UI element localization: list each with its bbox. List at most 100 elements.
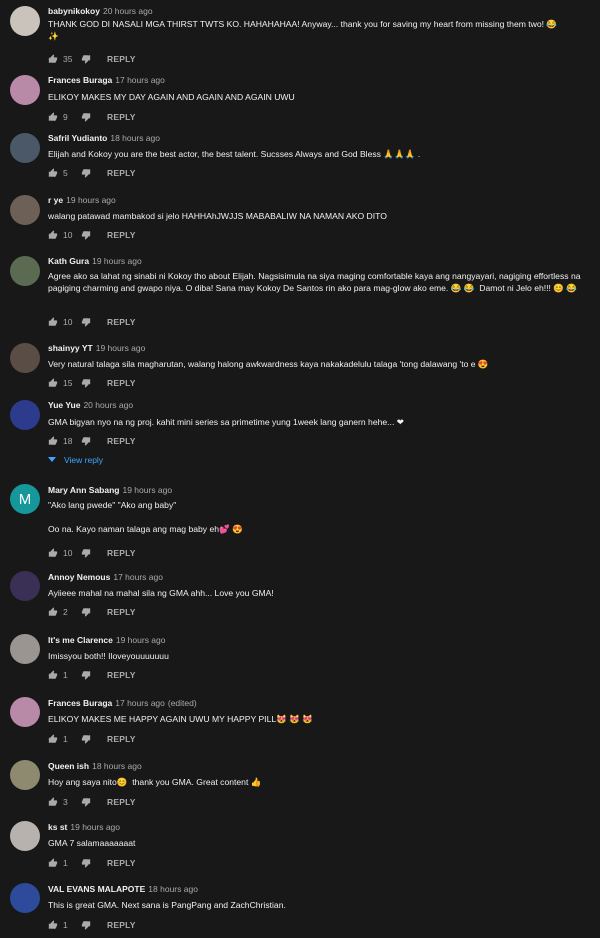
comment-time[interactable]: 19 hours ago	[116, 635, 166, 645]
comment-time[interactable]: 17 hours ago	[115, 698, 165, 708]
comment-author[interactable]: VAL EVANS MALAPOTE	[48, 884, 145, 894]
like-icon[interactable]	[48, 734, 58, 744]
dislike-icon[interactable]	[81, 858, 91, 868]
like-icon[interactable]	[48, 797, 58, 807]
reply-button[interactable]: REPLY	[107, 168, 136, 178]
comment-time[interactable]: 18 hours ago	[148, 884, 198, 894]
comment-author[interactable]: Kath Gura	[48, 256, 89, 266]
comment-text: Ayiieee mahal na mahal sila ng GMA ahh..…	[48, 588, 274, 598]
reply-button[interactable]: REPLY	[107, 54, 136, 64]
comment-time[interactable]: 19 hours ago	[92, 256, 142, 266]
like-count: 10	[63, 317, 73, 327]
avatar[interactable]	[10, 6, 40, 36]
like-count: 2	[63, 607, 68, 617]
reply-button[interactable]: REPLY	[107, 548, 136, 558]
comment-time[interactable]: 18 hours ago	[110, 133, 160, 143]
reply-button[interactable]: REPLY	[107, 607, 136, 617]
comment-author[interactable]: shainyy YT	[48, 343, 93, 353]
dislike-icon[interactable]	[81, 112, 91, 122]
view-reply-button[interactable]: View reply	[48, 455, 103, 465]
reply-button[interactable]: REPLY	[107, 797, 136, 807]
avatar[interactable]	[10, 133, 40, 163]
comment-text: THANK GOD DI NASALI MGA THIRST TWTS KO. …	[48, 19, 558, 41]
like-icon[interactable]	[48, 858, 58, 868]
reply-button[interactable]: REPLY	[107, 317, 136, 327]
reply-button[interactable]: REPLY	[107, 734, 136, 744]
avatar[interactable]	[10, 343, 40, 373]
comment-time[interactable]: 17 hours ago	[115, 75, 165, 85]
dislike-icon[interactable]	[81, 436, 91, 446]
reply-button[interactable]: REPLY	[107, 378, 136, 388]
like-icon[interactable]	[48, 548, 58, 558]
avatar[interactable]	[10, 400, 40, 430]
comment-author[interactable]: Annoy Nemous	[48, 572, 110, 582]
avatar[interactable]	[10, 75, 40, 105]
comment-time[interactable]: 20 hours ago	[83, 400, 133, 410]
comment-author[interactable]: ks st	[48, 822, 67, 832]
like-icon[interactable]	[48, 670, 58, 680]
like-count: 5	[63, 168, 68, 178]
comment-author[interactable]: babynikokoy	[48, 6, 100, 16]
dislike-icon[interactable]	[81, 607, 91, 617]
dislike-icon[interactable]	[81, 54, 91, 64]
dislike-icon[interactable]	[81, 317, 91, 327]
comment-author[interactable]: r ye	[48, 195, 63, 205]
comment-text: Very natural talaga sila magharutan, wal…	[48, 359, 489, 369]
like-icon[interactable]	[48, 607, 58, 617]
avatar[interactable]	[10, 697, 40, 727]
view-reply-label: View reply	[64, 455, 104, 465]
comment-author[interactable]: Frances Buraga	[48, 75, 112, 85]
avatar[interactable]	[10, 883, 40, 913]
like-icon[interactable]	[48, 54, 58, 64]
comment-time[interactable]: 19 hours ago	[122, 485, 172, 495]
like-icon[interactable]	[48, 168, 58, 178]
like-count: 18	[63, 436, 73, 446]
avatar[interactable]	[10, 195, 40, 225]
like-icon[interactable]	[48, 230, 58, 240]
reply-button[interactable]: REPLY	[107, 920, 136, 930]
like-count: 35	[63, 54, 73, 64]
reply-button[interactable]: REPLY	[107, 112, 136, 122]
like-count: 3	[63, 797, 68, 807]
comment-time[interactable]: 17 hours ago	[113, 572, 163, 582]
comment-author[interactable]: Queen ish	[48, 761, 89, 771]
dislike-icon[interactable]	[81, 168, 91, 178]
comment-author[interactable]: Safril Yudianto	[48, 133, 107, 143]
avatar[interactable]	[10, 571, 40, 601]
dislike-icon[interactable]	[81, 670, 91, 680]
avatar[interactable]	[10, 634, 40, 664]
comment-time[interactable]: 19 hours ago	[96, 343, 146, 353]
dislike-icon[interactable]	[81, 378, 91, 388]
comment-author[interactable]: Mary Ann Sabang	[48, 485, 119, 495]
comment-author[interactable]: Yue Yue	[48, 400, 80, 410]
avatar[interactable]: M	[10, 484, 40, 514]
comment-time[interactable]: 19 hours ago	[70, 822, 120, 832]
like-icon[interactable]	[48, 317, 58, 327]
comment-text: ELIKOY MAKES MY DAY AGAIN AND AGAIN AND …	[48, 92, 295, 102]
reply-button[interactable]: REPLY	[107, 230, 136, 240]
dislike-icon[interactable]	[81, 548, 91, 558]
comment-author[interactable]: It's me Clarence	[48, 635, 113, 645]
reply-button[interactable]: REPLY	[107, 436, 136, 446]
like-icon[interactable]	[48, 920, 58, 930]
dislike-icon[interactable]	[81, 797, 91, 807]
like-icon[interactable]	[48, 378, 58, 388]
dislike-icon[interactable]	[81, 920, 91, 930]
comment-author[interactable]: Frances Buraga	[48, 698, 112, 708]
avatar[interactable]	[10, 821, 40, 851]
comment-time[interactable]: 20 hours ago	[103, 6, 153, 16]
comment-time[interactable]: 18 hours ago	[92, 761, 142, 771]
reply-button[interactable]: REPLY	[107, 858, 136, 868]
reply-button[interactable]: REPLY	[107, 670, 136, 680]
comment-text: ELIKOY MAKES ME HAPPY AGAIN UWU MY HAPPY…	[48, 714, 314, 724]
avatar[interactable]	[10, 256, 40, 286]
comment-time[interactable]: 19 hours ago	[66, 195, 116, 205]
avatar[interactable]	[10, 760, 40, 790]
like-icon[interactable]	[48, 436, 58, 446]
like-icon[interactable]	[48, 112, 58, 122]
comment-text: Elijah and Kokoy you are the best actor,…	[48, 149, 421, 159]
comment-text: Agree ako sa lahat ng sinabi ni Kokoy th…	[48, 271, 583, 293]
dislike-icon[interactable]	[81, 230, 91, 240]
dislike-icon[interactable]	[81, 734, 91, 744]
comment-text: Hoy ang saya nito😊 thank you GMA. Great …	[48, 777, 262, 787]
